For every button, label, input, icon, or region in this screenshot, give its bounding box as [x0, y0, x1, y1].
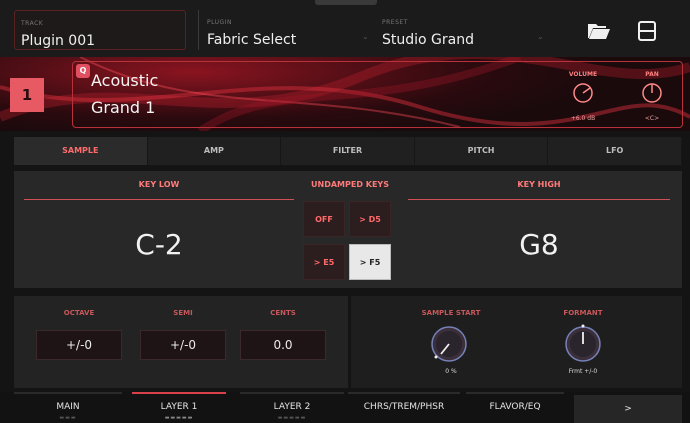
tab-lfo[interactable]: LFO — [548, 137, 682, 165]
semi-label: SEMI — [173, 309, 193, 317]
cents-field[interactable]: 0.0 — [240, 330, 326, 360]
track-selector[interactable]: TRACK Plugin 001 — [14, 10, 186, 50]
preset-dropdown-icon: ⌄ — [537, 32, 544, 41]
formant-label: FORMANT — [563, 309, 603, 317]
nav-layer-1-page-dots: ▬▬▬▬▬ — [164, 415, 194, 421]
preset-value: Studio Grand — [382, 32, 474, 48]
sample-start-value: 0 % — [445, 368, 457, 375]
nav-main-label: MAIN — [56, 402, 80, 412]
nav-main-indicator — [14, 392, 122, 394]
tab-sample[interactable]: SAMPLE — [14, 137, 148, 165]
track-number[interactable]: 1 — [10, 78, 44, 112]
nav-chrs-trem-phsr[interactable]: CHRS/TREM/PHSR — [348, 392, 460, 423]
tab-bar: SAMPLE AMP FILTER PITCH LFO — [14, 137, 682, 165]
track-label: TRACK — [21, 20, 44, 27]
octave-field[interactable]: +/-0 — [36, 330, 122, 360]
pan-value: <C> — [644, 115, 660, 122]
undamped-f5-button[interactable]: > F5 — [349, 244, 391, 280]
preset-label: PRESET — [382, 19, 408, 26]
track-name-line2: Grand 1 — [91, 98, 156, 117]
bottom-nav: MAIN ▬▬▬ LAYER 1 ▬▬▬▬▬ LAYER 2 ▬▬▬▬▬ CHR… — [0, 392, 690, 423]
tab-pitch[interactable]: PITCH — [414, 137, 549, 165]
plugin-selector[interactable]: PLUGIN Fabric Select — [198, 10, 368, 50]
volume-knob[interactable] — [571, 81, 595, 105]
volume-label: VOLUME — [568, 71, 598, 78]
tab-filter[interactable]: FILTER — [281, 137, 415, 165]
nav-more-button[interactable]: > — [574, 395, 682, 423]
top-bar: TRACK Plugin 001 PLUGIN Fabric Select ⌄ … — [0, 0, 690, 57]
track-header: 1 Q Acoustic Grand 1 VOLUME +6.0 dB PAN … — [0, 57, 690, 131]
sample-start-formant-panel: SAMPLE START 0 % FORMANT Frmt +/-0 — [351, 296, 682, 388]
nav-layer-2-label: LAYER 2 — [273, 402, 311, 412]
nav-layer-2-indicator — [240, 392, 344, 394]
nav-chrs-indicator — [348, 392, 460, 394]
nav-layer-2-page-dots: ▬▬▬▬▬ — [277, 415, 307, 421]
pan-knob[interactable] — [640, 81, 664, 105]
sample-start-knob[interactable] — [429, 324, 469, 364]
tab-amp[interactable]: AMP — [147, 137, 282, 165]
formant-knob[interactable] — [563, 324, 603, 364]
volume-value: +6.0 dB — [570, 115, 596, 122]
undamped-keys-label: UNDAMPED KEYS — [311, 180, 389, 189]
nav-layer-1-indicator — [132, 392, 226, 394]
drag-handle[interactable] — [315, 0, 377, 5]
key-low-label: KEY LOW — [138, 180, 180, 189]
sample-start-label: SAMPLE START — [421, 309, 481, 317]
nav-layer-1-label: LAYER 1 — [160, 402, 198, 412]
preset-selector[interactable]: PRESET Studio Grand — [378, 10, 548, 50]
key-high-value[interactable]: G8 — [408, 228, 670, 261]
nav-flavor-label: FLAVOR/EQ — [489, 402, 541, 412]
nav-flavor-eq[interactable]: FLAVOR/EQ — [466, 392, 564, 423]
octave-label: OCTAVE — [63, 309, 95, 317]
folder-open-icon[interactable] — [586, 18, 612, 44]
key-range-panel: KEY LOW C-2 UNDAMPED KEYS OFF > D5 > E5 … — [14, 171, 682, 288]
plugin-value: Fabric Select — [207, 32, 297, 48]
undamped-off-button[interactable]: OFF — [303, 201, 345, 237]
nav-flavor-indicator — [466, 392, 564, 394]
nav-layer-2[interactable]: LAYER 2 ▬▬▬▬▬ — [240, 392, 344, 423]
pan-label: PAN — [645, 71, 659, 78]
nav-layer-1[interactable]: LAYER 1 ▬▬▬▬▬ — [132, 392, 226, 423]
tuning-panel: OCTAVE +/-0 SEMI +/-0 CENTS 0.0 — [14, 296, 348, 388]
undamped-d5-button[interactable]: > D5 — [349, 201, 391, 237]
key-high-label: KEY HIGH — [517, 180, 561, 189]
track-name-line1: Acoustic — [91, 71, 159, 90]
formant-value: Frmt +/-0 — [568, 368, 598, 375]
nav-main-page-dots: ▬▬▬ — [59, 415, 77, 421]
nav-main[interactable]: MAIN ▬▬▬ — [14, 392, 122, 423]
semi-field[interactable]: +/-0 — [140, 330, 226, 360]
key-low-value[interactable]: C-2 — [24, 228, 294, 261]
plugin-label: PLUGIN — [207, 19, 232, 26]
nav-chrs-label: CHRS/TREM/PHSR — [363, 402, 445, 412]
track-value: Plugin 001 — [21, 33, 96, 49]
cents-label: CENTS — [270, 309, 296, 317]
plugin-dropdown-icon: ⌄ — [362, 32, 369, 41]
key-low-underline — [24, 199, 294, 200]
undamped-e5-button[interactable]: > E5 — [303, 244, 345, 280]
save-icon[interactable] — [634, 18, 660, 44]
key-high-underline — [408, 199, 670, 200]
